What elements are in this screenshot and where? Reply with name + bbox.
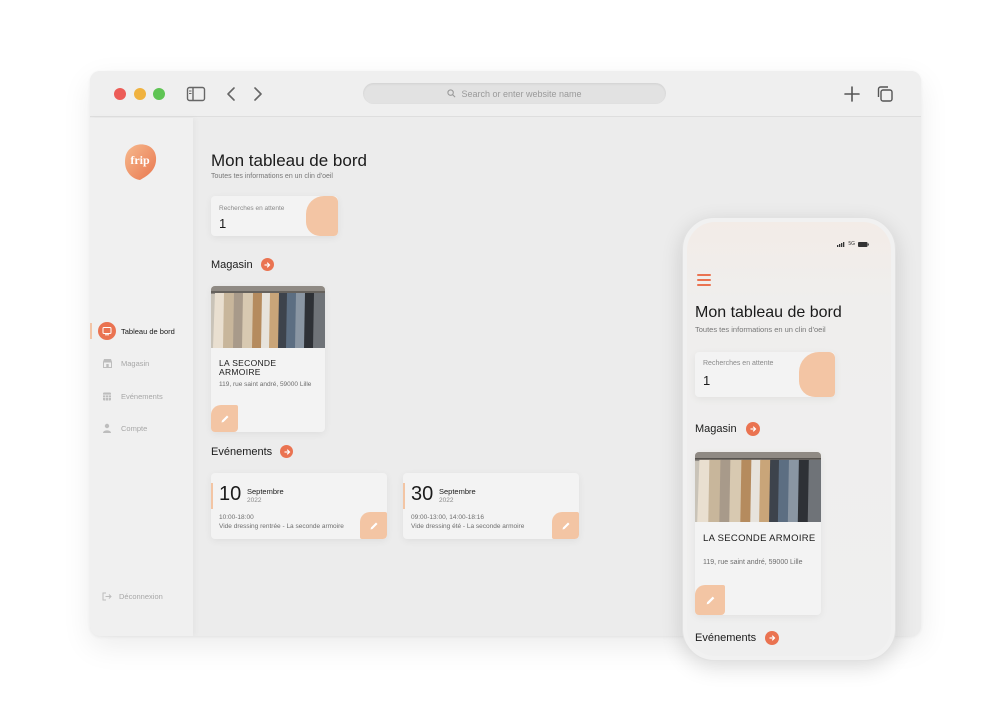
address-placeholder: Search or enter website name [461, 88, 582, 99]
pending-searches-card[interactable]: Recherches en attente 1 [211, 196, 338, 236]
event-hours: 09:00-13:00, 14:00-18:16 [411, 514, 485, 521]
event-accent-bar [211, 483, 213, 509]
mobile-pending-searches-card[interactable]: Recherches en attente 1 [695, 352, 835, 397]
sidebar-item-store[interactable]: Magasin [90, 353, 193, 373]
store-section-header: Magasin [211, 258, 274, 271]
calendar-icon [98, 387, 116, 405]
store-icon [98, 354, 116, 372]
arrow-right-icon[interactable] [280, 445, 294, 458]
store-card[interactable]: LA SECONDE ARMOIRE 119, rue saint andré,… [211, 286, 325, 432]
sidebar-toggle-icon[interactable] [186, 85, 206, 103]
store-name: LA SECONDE ARMOIRE [703, 533, 816, 544]
stat-value: 1 [219, 216, 227, 231]
sidebar-item-label: Evénements [121, 391, 163, 401]
stat-label: Recherches en attente [703, 360, 774, 367]
edit-store-button[interactable] [695, 585, 725, 615]
arrow-right-icon[interactable] [765, 631, 780, 645]
battery-icon [858, 241, 869, 247]
new-tab-icon[interactable] [842, 85, 862, 103]
events-section-title: Evénements [695, 632, 757, 644]
event-year: 2022 [247, 497, 262, 504]
phone-status-bar: 5G [837, 241, 869, 247]
edit-event-button[interactable] [552, 512, 579, 539]
edit-store-button[interactable] [211, 405, 238, 432]
sidebar-item-label: Magasin [121, 358, 150, 368]
edit-event-button[interactable] [360, 512, 387, 539]
close-window-button[interactable] [114, 88, 126, 100]
stat-value: 1 [703, 373, 711, 388]
sidebar-item-events[interactable]: Evénements [90, 386, 193, 406]
store-name: LA SECONDE ARMOIRE [219, 358, 277, 377]
event-month: Septembre [439, 487, 476, 496]
user-icon [98, 419, 116, 437]
frip-logo[interactable]: frip [123, 142, 159, 182]
sidebar-item-dashboard[interactable]: Tableau de bord [90, 321, 193, 341]
stat-label: Recherches en attente [219, 205, 285, 212]
arrow-right-icon[interactable] [260, 258, 274, 271]
svg-text:frip: frip [130, 153, 150, 167]
sidebar-item-label: Tableau de bord [121, 326, 175, 336]
mobile-page-title: Mon tableau de bord [695, 304, 842, 321]
store-photo [695, 452, 821, 522]
store-section-title: Magasin [211, 258, 253, 271]
pencil-icon [221, 415, 228, 422]
event-card[interactable]: 10 Septembre 2022 10:00-18:00 Vide dress… [211, 473, 387, 539]
sidebar-item-label: Compte [121, 423, 148, 433]
maximize-window-button[interactable] [153, 88, 165, 100]
event-card[interactable]: 30 Septembre 2022 09:00-13:00, 14:00-18:… [403, 473, 579, 539]
store-address: 119, rue saint andré, 59000 Lille [703, 559, 803, 566]
event-description: Vide dressing été - La seconde armoire [411, 523, 525, 530]
event-hours: 10:00-18:00 [219, 514, 254, 521]
browser-toolbar: Search or enter website name [90, 71, 921, 117]
dashboard-icon [98, 322, 116, 340]
signal-icon [837, 241, 845, 247]
page-title: Mon tableau de bord [211, 151, 367, 170]
events-section-title: Evénements [211, 445, 273, 458]
event-description: Vide dressing rentrée - La seconde armoi… [219, 523, 344, 530]
event-month: Septembre [247, 487, 284, 496]
event-accent-bar [403, 483, 405, 509]
event-day: 10 [219, 483, 242, 505]
forward-icon[interactable] [247, 85, 267, 103]
pencil-icon [562, 522, 569, 529]
hamburger-menu-icon[interactable] [697, 274, 711, 289]
mobile-store-card[interactable]: LA SECONDE ARMOIRE 119, rue saint andré,… [695, 452, 821, 615]
event-year: 2022 [439, 497, 454, 504]
logout-button[interactable]: Déconnexion [102, 592, 163, 601]
address-bar[interactable]: Search or enter website name [363, 83, 666, 104]
phone-screen: 5G Mon tableau de bord Toutes tes inform… [687, 222, 891, 656]
logout-icon [102, 592, 112, 601]
back-icon[interactable] [222, 85, 242, 103]
events-section-header: Evénements [211, 445, 294, 458]
decorative-blob [306, 196, 338, 236]
mobile-events-section-header: Evénements [695, 631, 780, 645]
event-day: 30 [411, 483, 434, 505]
store-photo [211, 286, 325, 348]
sidebar: frip Tableau de bord Magasin Evénements … [90, 118, 193, 636]
store-section-title: Magasin [695, 423, 737, 435]
phone-mockup: 5G Mon tableau de bord Toutes tes inform… [682, 217, 896, 661]
minimize-window-button[interactable] [134, 88, 146, 100]
network-label: 5G [848, 241, 855, 247]
sidebar-item-account[interactable]: Compte [90, 418, 193, 438]
pencil-icon [706, 596, 714, 604]
arrow-right-icon[interactable] [745, 422, 760, 436]
decorative-blob [799, 352, 835, 397]
mobile-page-subtitle: Toutes tes informations en un clin d'oei… [695, 325, 826, 334]
logout-label: Déconnexion [119, 592, 163, 601]
pencil-icon [370, 522, 377, 529]
page-subtitle: Toutes tes informations en un clin d'oei… [211, 173, 333, 180]
store-address: 119, rue saint andré, 59000 Lille [219, 381, 312, 388]
tabs-overview-icon[interactable] [875, 85, 895, 103]
search-icon [447, 89, 456, 98]
mobile-store-section-header: Magasin [695, 422, 760, 436]
